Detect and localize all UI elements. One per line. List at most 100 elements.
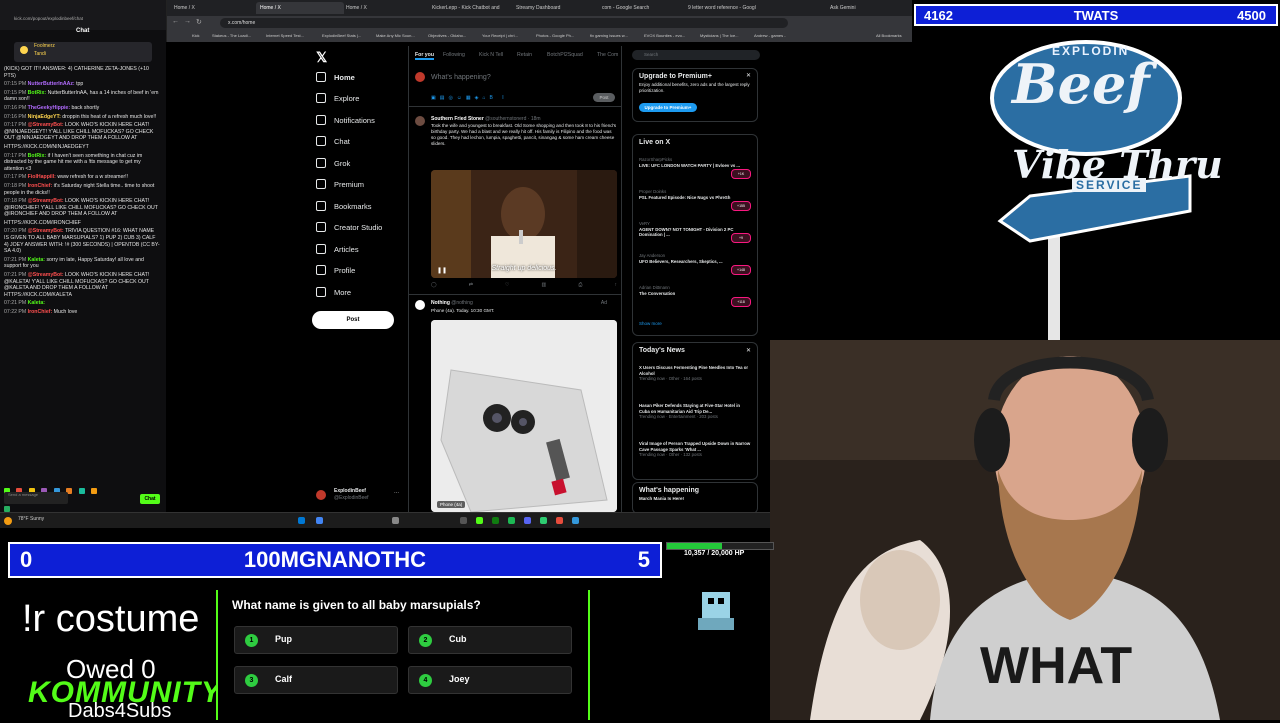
profile-switcher[interactable]: ExplodinBeef @ExplodinBeef ··· xyxy=(316,488,400,504)
live-item[interactable]: Jay Anderson UFO Believers, Researchers, … xyxy=(639,253,751,264)
app-icon[interactable] xyxy=(572,517,579,524)
chat-username[interactable]: @StreamyBot: xyxy=(28,228,64,234)
avatar[interactable] xyxy=(415,116,425,126)
browser-tab[interactable]: Home / X xyxy=(342,2,430,14)
url-input[interactable]: x.com/home xyxy=(220,18,788,28)
browser-tab[interactable]: Streamy Dashboard xyxy=(512,2,600,14)
chat-username[interactable]: @StreamyBot: xyxy=(28,272,64,278)
chat-username[interactable]: BotRix: xyxy=(28,90,46,96)
chat-username[interactable]: Kaleta: xyxy=(28,257,45,263)
happening-item[interactable]: March Mania Is Here! xyxy=(633,496,757,502)
nav-articles[interactable]: Articles xyxy=(316,244,359,254)
pinned-user[interactable]: Tandi xyxy=(14,50,152,58)
emote-icon[interactable] xyxy=(78,488,85,494)
bookmark[interactable]: Mysticians | The Ice... xyxy=(700,32,739,40)
tweet-author[interactable]: Nothing xyxy=(431,300,450,306)
nav-home[interactable]: Home xyxy=(316,72,355,82)
retweet-icon[interactable]: ⇄ xyxy=(469,282,473,288)
tab-list[interactable]: Kick N Tell xyxy=(479,52,503,58)
browser-tab[interactable]: com - Google Search xyxy=(598,2,686,14)
search-input[interactable]: Search xyxy=(632,50,760,60)
bookmark[interactable]: Stakeus - The Loadi... xyxy=(212,32,251,40)
live-item[interactable]: RazorSharpPicks LIVE: UFC LONDON WATCH PA… xyxy=(639,157,751,168)
compose-tools-icons[interactable]: ▣▤◎☺▦◈⌂B I xyxy=(431,95,508,101)
like-icon[interactable]: ♡ xyxy=(505,282,509,288)
chat-username[interactable]: NutterButterInAAz: xyxy=(28,81,75,87)
reply-icon[interactable]: ◯ xyxy=(431,282,437,288)
chat-username[interactable]: TheGeekyHippie: xyxy=(28,105,70,111)
nav-chat[interactable]: Chat xyxy=(316,136,350,146)
bookmark[interactable]: Andrew - games - xyxy=(754,32,786,40)
gemini-button[interactable]: Ask Gemini xyxy=(826,2,894,14)
app-icon[interactable] xyxy=(556,517,563,524)
close-icon[interactable]: ✕ xyxy=(746,72,751,79)
bookmark[interactable]: Make Any Mic Soun... xyxy=(376,32,415,40)
explorer-icon[interactable] xyxy=(392,517,399,524)
browser-tab[interactable]: Home / X xyxy=(170,2,258,14)
tweet-author[interactable]: Southern Fried Stoner xyxy=(431,116,484,122)
nav-bookmarks[interactable]: Bookmarks xyxy=(316,201,372,211)
views-icon[interactable]: ▥ xyxy=(542,282,547,288)
bookmark[interactable]: Photos - Google Ph... xyxy=(536,32,574,40)
bookmark[interactable]: EVOX Bounties - evo... xyxy=(644,32,685,40)
live-item[interactable]: Proper Doinks PSL Featured Episode: Nice … xyxy=(639,189,751,200)
spotify-icon[interactable] xyxy=(508,517,515,524)
compose-input[interactable]: What's happening? xyxy=(431,74,491,81)
upgrade-button[interactable]: Upgrade to Premium+ xyxy=(639,103,697,112)
tab-list[interactable]: The Com xyxy=(597,52,618,58)
tab-list[interactable]: BotchPl2Squad xyxy=(547,52,583,58)
live-item[interactable]: Adrian Dittmann The Conversation xyxy=(639,285,751,296)
chat-username[interactable]: FiolHappill: xyxy=(28,174,56,180)
post-button[interactable]: Post xyxy=(312,311,394,329)
bookmark[interactable]: Objectives - Oklaho... xyxy=(428,32,466,40)
back-icon[interactable]: ← xyxy=(172,18,179,25)
nav-more[interactable]: More xyxy=(316,287,351,297)
forward-icon[interactable]: → xyxy=(184,18,191,25)
news-item[interactable]: X Users Discuss Fermenting Pine Needles … xyxy=(639,365,751,382)
chat-username[interactable]: @StreamyBot: xyxy=(28,122,64,128)
news-item[interactable]: Viral Image of Person Trapped Upside Dow… xyxy=(639,441,751,458)
emote-icon[interactable] xyxy=(91,488,98,494)
chat-send-button[interactable]: Chat xyxy=(140,494,160,504)
pause-icon[interactable]: ❚❚ xyxy=(437,267,447,274)
nav-grok[interactable]: Grok xyxy=(316,158,350,168)
bookmark[interactable]: Your Receipt | chri... xyxy=(482,32,518,40)
browser-tab[interactable]: 9 letter word reference - Googl xyxy=(684,2,772,14)
taskbar-weather[interactable]: 78°F Sunny xyxy=(18,516,44,522)
app-icon[interactable] xyxy=(460,517,467,524)
all-bookmarks[interactable]: All Bookmarks xyxy=(876,32,902,40)
nav-explore[interactable]: Explore xyxy=(316,93,359,103)
bookmark[interactable]: Kick xyxy=(192,32,200,40)
nav-creator-studio[interactable]: Creator Studio xyxy=(316,222,382,232)
chat-username[interactable]: Kaleta: xyxy=(28,300,45,306)
more-dots-icon[interactable]: ··· xyxy=(394,490,399,496)
bookmark[interactable]: Internet Speed Test... xyxy=(266,32,304,40)
browser-tab-active[interactable]: Home / X xyxy=(256,2,344,14)
share-icon[interactable]: ↑ xyxy=(614,282,617,288)
nav-notifications[interactable]: Notifications xyxy=(316,115,375,125)
compose-post-button[interactable]: Post xyxy=(593,93,615,102)
nav-premium[interactable]: Premium xyxy=(316,179,364,189)
tab-list[interactable]: Retain xyxy=(517,52,532,58)
x-logo-icon[interactable]: 𝕏 xyxy=(316,49,327,66)
chat-username[interactable]: IronChief: xyxy=(28,183,53,189)
chat-input[interactable]: Send a message xyxy=(4,492,68,504)
app-icon[interactable] xyxy=(540,517,547,524)
chat-username[interactable]: BotRix: xyxy=(28,153,46,159)
start-icon[interactable] xyxy=(298,517,305,524)
avatar[interactable] xyxy=(415,300,425,310)
chat-username[interactable]: IronChief: xyxy=(28,309,53,315)
news-item[interactable]: Hasan Piker Defends Staying at Five-Star… xyxy=(639,403,751,420)
nav-profile[interactable]: Profile xyxy=(316,265,355,275)
bookmark-icon[interactable]: ⎙ xyxy=(578,282,582,288)
chat-username[interactable]: NinjaEdgeYT: xyxy=(28,114,61,120)
bookmark[interactable]: ExplodinBeef Stats |... xyxy=(322,32,361,40)
chat-username[interactable]: @StreamyBot: xyxy=(28,198,64,204)
tab-following[interactable]: Following xyxy=(443,52,465,58)
discord-icon[interactable] xyxy=(524,517,531,524)
bookmark[interactable]: fix gaming issues w... xyxy=(590,32,628,40)
chrome-icon[interactable] xyxy=(316,517,323,524)
browser-tab[interactable]: KickerLepp - Kick Chatbot and xyxy=(428,2,516,14)
close-icon[interactable]: ✕ xyxy=(746,347,751,354)
reload-icon[interactable]: ↻ xyxy=(196,18,202,26)
